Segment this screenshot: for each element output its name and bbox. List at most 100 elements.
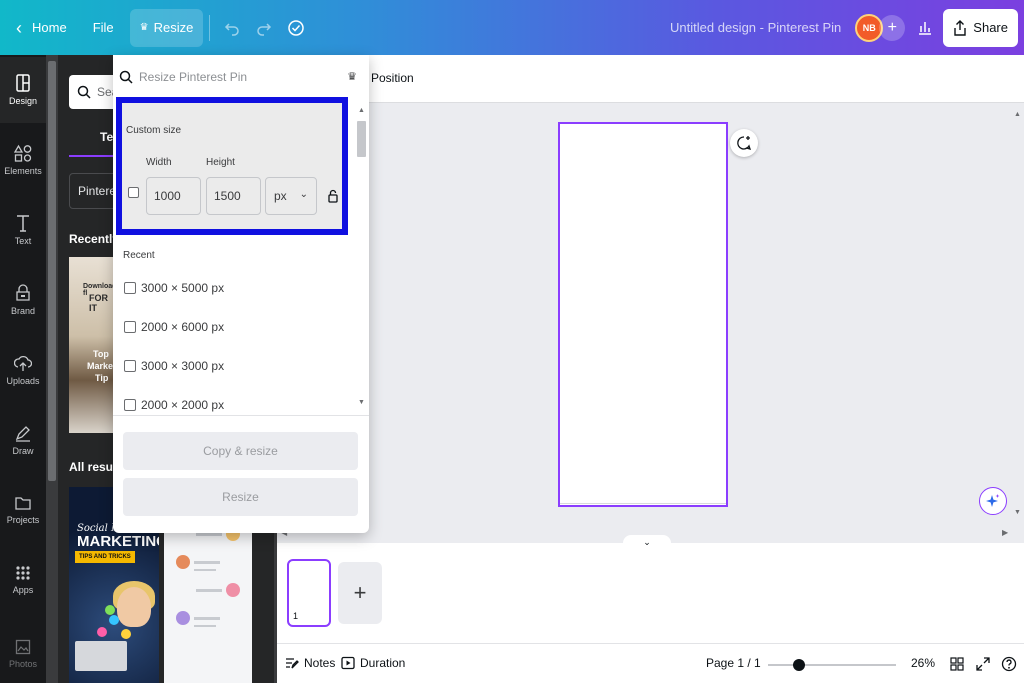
context-toolbar: Position	[277, 55, 1024, 103]
file-menu-button[interactable]: File	[83, 9, 124, 47]
nav-projects[interactable]: Projects	[0, 477, 46, 543]
height-input[interactable]: 1500	[206, 177, 261, 215]
grid-view-icon	[950, 657, 964, 671]
elements-icon	[14, 144, 32, 162]
home-label: Home	[32, 20, 67, 35]
comment-plus-icon	[737, 136, 752, 150]
recent-size-checkbox[interactable]	[124, 321, 136, 333]
folder-icon	[15, 497, 31, 510]
recent-size-checkbox[interactable]	[124, 282, 136, 294]
canvas-vertical-scrollbar[interactable]: ▲ ▼	[1012, 103, 1024, 525]
custom-size-label: Custom size	[126, 125, 182, 136]
resize-search-placeholder: Resize Pinterest Pin	[139, 70, 248, 84]
design-page[interactable]	[558, 122, 728, 507]
search-icon	[119, 70, 133, 84]
resize-apply-button[interactable]: Resize	[123, 478, 358, 516]
help-button[interactable]	[999, 654, 1019, 674]
scrollbar-thumb[interactable]	[357, 121, 366, 157]
upload-icon	[14, 355, 32, 371]
add-page-button[interactable]: +	[338, 562, 382, 624]
save-status-button[interactable]	[280, 12, 312, 44]
aspect-lock-button[interactable]	[328, 189, 338, 206]
recent-size-option[interactable]: 3000 × 5000 px	[124, 281, 224, 295]
top-bar: ‹ Home File ♛ Resize Untitled design - P…	[0, 0, 1024, 55]
magic-assistant-button[interactable]	[979, 487, 1007, 515]
plus-icon: +	[887, 18, 897, 36]
nav-elements[interactable]: Elements	[0, 127, 46, 193]
resize-search-input[interactable]: Resize Pinterest Pin ♛	[113, 63, 369, 91]
duration-button[interactable]: Duration	[341, 656, 405, 670]
undo-button[interactable]	[216, 12, 248, 44]
recent-size-option[interactable]: 2000 × 2000 px	[124, 398, 224, 412]
sparkle-icon	[986, 494, 1000, 507]
position-button[interactable]: Position	[371, 71, 414, 85]
tab-underline	[69, 155, 114, 157]
play-icon	[341, 656, 355, 670]
nav-brand[interactable]: Brand	[0, 267, 46, 333]
scrollbar-thumb[interactable]	[48, 61, 56, 481]
resize-button[interactable]: ♛ Resize	[129, 8, 204, 47]
scroll-up-icon[interactable]: ▲	[358, 107, 365, 114]
scroll-up-icon[interactable]: ▲	[1014, 111, 1021, 118]
nav-design[interactable]: Design	[0, 57, 46, 123]
pages-panel: 1 +	[277, 543, 1024, 643]
resize-panel-scrollbar[interactable]: ▲ ▼	[356, 105, 366, 411]
share-button[interactable]: Share	[943, 8, 1018, 47]
nav-photos[interactable]: Photos	[0, 621, 46, 683]
zoom-level[interactable]: 26%	[911, 656, 935, 670]
bar-chart-icon	[919, 21, 932, 35]
unit-select[interactable]: px ⌄	[265, 177, 317, 215]
scroll-down-icon[interactable]: ▼	[358, 399, 365, 406]
width-input[interactable]: 1000	[146, 177, 201, 215]
resize-dropdown-panel: Resize Pinterest Pin ♛ ▲ ▼ Custom size W…	[113, 55, 369, 533]
height-label: Height	[206, 157, 235, 168]
recent-size-option[interactable]: 2000 × 6000 px	[124, 320, 224, 334]
brand-icon	[16, 284, 30, 301]
notes-button[interactable]: Notes	[285, 656, 335, 670]
category-dropdown[interactable]: Pinteres	[69, 173, 122, 209]
recent-size-checkbox[interactable]	[124, 399, 136, 411]
cloud-check-icon	[288, 19, 305, 36]
redo-button[interactable]	[248, 12, 280, 44]
page-number: 1	[293, 611, 299, 621]
document-title[interactable]: Untitled design - Pinterest Pin	[670, 20, 841, 35]
scroll-right-icon[interactable]: ▶	[1002, 528, 1008, 537]
add-comment-button[interactable]	[730, 129, 758, 157]
zoom-slider-handle[interactable]	[792, 659, 805, 671]
recent-size-option[interactable]: 3000 × 3000 px	[124, 359, 224, 373]
scroll-down-icon[interactable]: ▼	[1014, 509, 1021, 516]
nav-draw[interactable]: Draw	[0, 407, 46, 473]
add-collaborator-button[interactable]: +	[879, 14, 906, 41]
design-icon	[16, 74, 30, 92]
recent-sizes-label: Recent	[123, 250, 155, 261]
collapse-pages-button[interactable]: ⌄	[623, 535, 671, 549]
footer-bar: Notes Duration Page 1 / 1 26%	[277, 643, 1024, 683]
crown-icon: ♛	[139, 22, 149, 33]
chevron-down-icon: ⌄	[299, 189, 308, 200]
home-button[interactable]: ‹ Home	[6, 9, 77, 47]
grid-view-button[interactable]	[947, 654, 967, 674]
lock-icon	[328, 189, 338, 203]
resize-label: Resize	[153, 20, 194, 35]
width-label: Width	[146, 157, 172, 168]
fullscreen-button[interactable]	[973, 654, 993, 674]
insights-button[interactable]	[911, 10, 939, 46]
page-indicator[interactable]: Page 1 / 1	[706, 656, 761, 670]
zoom-slider[interactable]	[768, 659, 896, 671]
recent-size-checkbox[interactable]	[124, 360, 136, 372]
side-panel-scrollbar[interactable]	[46, 55, 58, 683]
nav-uploads[interactable]: Uploads	[0, 337, 46, 403]
custom-size-section: Custom size Width Height 1000 1500 px ⌄	[116, 97, 348, 235]
tab-templates[interactable]: Te	[100, 130, 113, 144]
canvas-area: Position ▲ ▼ ◀ ▶ 1 + ⌄ Notes Duration Pa…	[277, 55, 1024, 683]
grid-icon	[16, 566, 30, 580]
redo-icon	[257, 22, 272, 36]
nav-apps[interactable]: Apps	[0, 547, 46, 613]
custom-size-checkbox[interactable]	[128, 187, 139, 198]
share-icon	[954, 19, 966, 36]
plus-icon: +	[353, 580, 367, 605]
recent-template-thumbnail[interactable]: Download fl FOR IT Top Marke Tip	[69, 257, 115, 433]
page-thumbnail[interactable]: 1	[287, 559, 331, 627]
copy-and-resize-button[interactable]: Copy & resize	[123, 432, 358, 470]
nav-text[interactable]: Text	[0, 197, 46, 263]
